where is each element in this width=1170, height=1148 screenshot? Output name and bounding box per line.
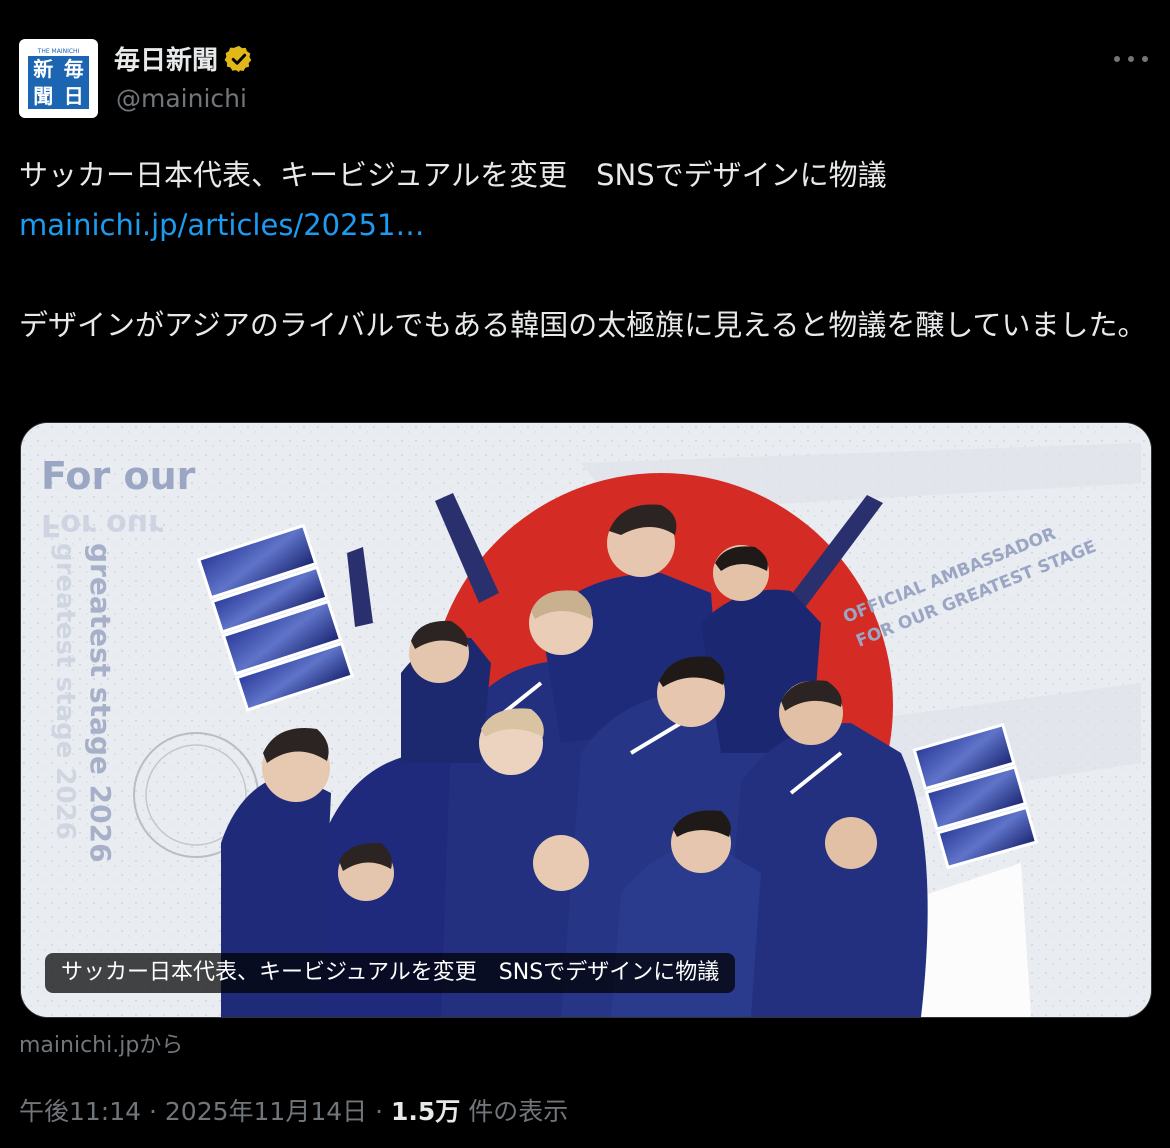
post-meta: 午後11:14 · 2025年11月14日 · 1.5万 件の表示: [19, 1092, 568, 1128]
author-handle[interactable]: @mainichi: [116, 84, 247, 113]
dot: [1114, 56, 1120, 62]
separator: ·: [375, 1097, 384, 1126]
image-text-vertical: greatest stage 2026: [84, 543, 117, 863]
separator: ·: [149, 1097, 157, 1126]
views-count: 1.5万: [391, 1097, 461, 1126]
image-text-for-our-mirror: For our: [41, 507, 163, 542]
author-avatar[interactable]: THE MAINICHI 新 毎 聞 日: [19, 39, 98, 118]
post-date[interactable]: 2025年11月14日: [165, 1097, 367, 1126]
card-source[interactable]: mainichi.jpから: [19, 1027, 183, 1059]
author-name[interactable]: 毎日新聞: [114, 40, 218, 77]
post-link[interactable]: mainichi.jp/articles/20251…: [19, 200, 1154, 250]
card-image: For our For our greatest stage 2026 grea…: [21, 423, 1151, 1017]
verified-badge-icon: [224, 45, 252, 72]
avatar-char: 毎: [63, 57, 84, 82]
mainichi-logo: THE MAINICHI 新 毎 聞 日: [28, 48, 89, 109]
post-headline: サッカー日本代表、キービジュアルを変更 SNSでデザインに物議: [19, 158, 887, 192]
avatar-char: 新: [33, 57, 54, 82]
views-label: 件の表示: [468, 1097, 569, 1126]
avatar-char: 日: [63, 83, 84, 108]
image-text-vertical-echo: greatest stage 2026: [50, 543, 80, 840]
more-options-icon[interactable]: [1114, 45, 1148, 73]
card-caption: サッカー日本代表、キービジュアルを変更 SNSでデザインに物議: [45, 953, 736, 993]
post-paragraph: デザインがアジアのライバルでもある韓国の太極旗に見えると物議を醸していました。: [19, 308, 1147, 342]
author-name-row[interactable]: 毎日新聞: [114, 40, 254, 77]
post-text: サッカー日本代表、キービジュアルを変更 SNSでデザインに物議 mainichi…: [19, 150, 1154, 350]
avatar-char: 聞: [33, 83, 54, 108]
avatar-small-text: THE MAINICHI: [28, 48, 89, 56]
dot: [1142, 56, 1148, 62]
dot: [1128, 56, 1134, 62]
image-text-for-our: For our: [41, 454, 196, 498]
link-card[interactable]: For our For our greatest stage 2026 grea…: [20, 422, 1152, 1018]
post-time[interactable]: 午後11:14: [19, 1097, 141, 1126]
